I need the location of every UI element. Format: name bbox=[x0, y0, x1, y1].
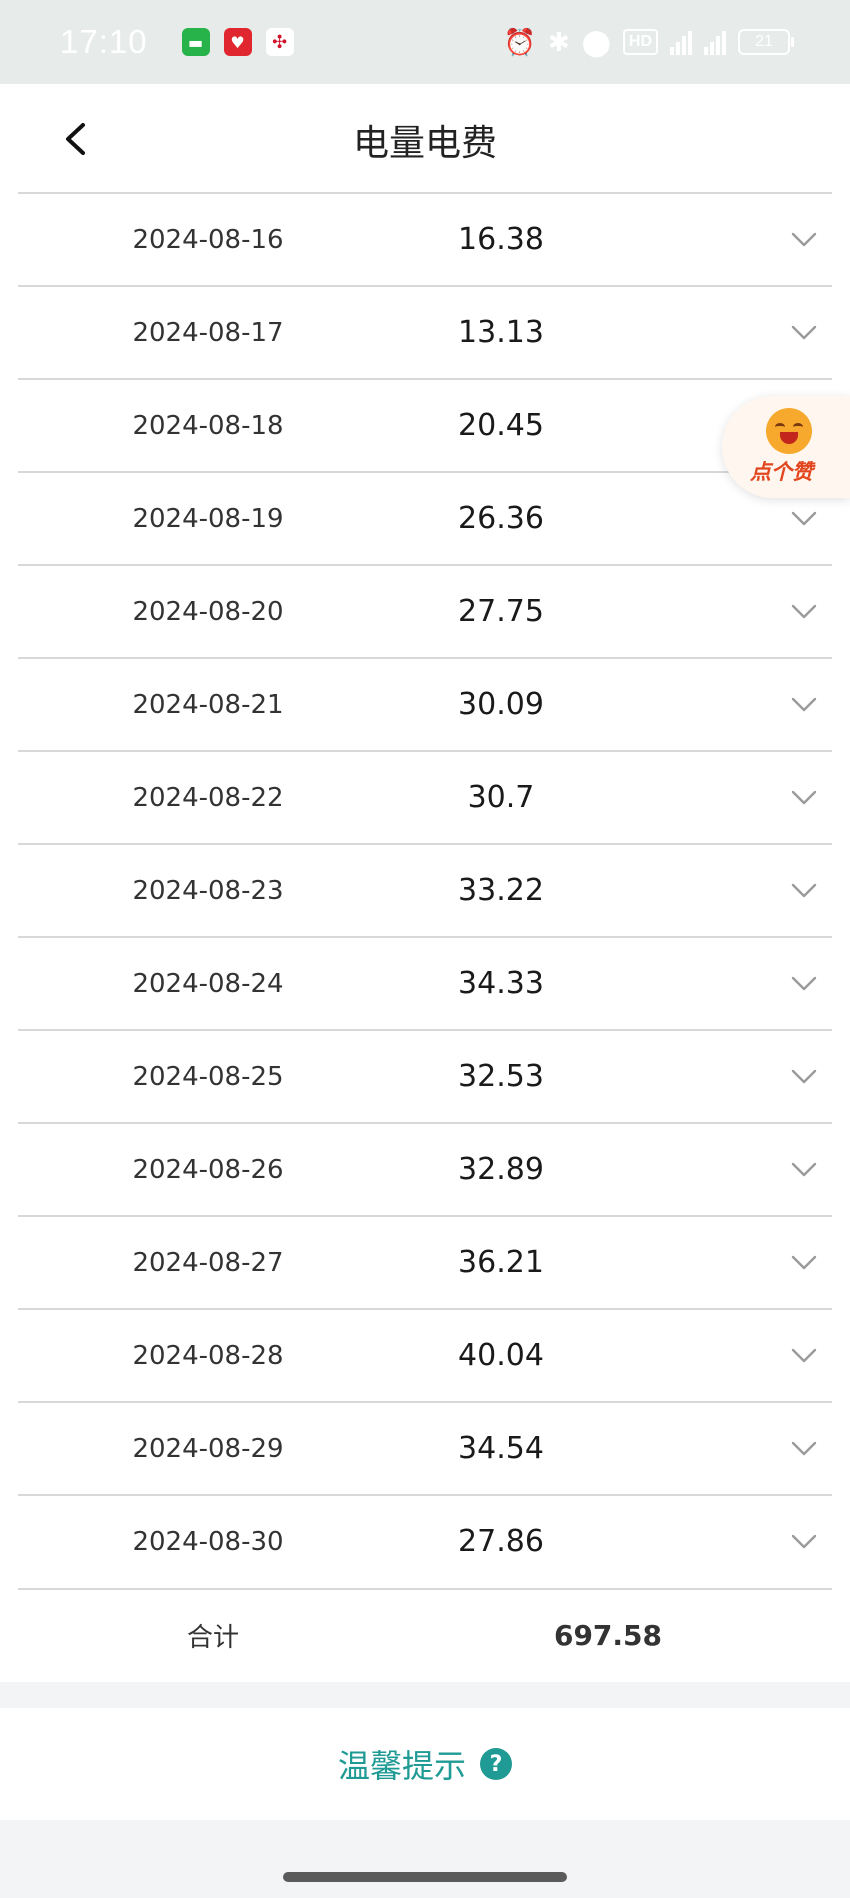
row-amount: 33.22 bbox=[408, 845, 808, 936]
row-date: 2024-08-22 bbox=[132, 782, 284, 813]
bill-row[interactable]: 2024-08-21 30.09 bbox=[18, 657, 832, 750]
chevron-down-icon[interactable] bbox=[784, 752, 824, 843]
row-amount-value: 36.21 bbox=[458, 1245, 544, 1280]
header: 电量电费 bbox=[0, 84, 850, 194]
chevron-down-icon[interactable] bbox=[784, 1403, 824, 1494]
chevron-down-icon[interactable] bbox=[784, 845, 824, 936]
row-amount: 36.21 bbox=[408, 1217, 808, 1308]
chevron-down-icon[interactable] bbox=[784, 1310, 824, 1401]
row-amount-value: 20.45 bbox=[458, 408, 544, 443]
total-value: 697.58 bbox=[553, 1619, 663, 1652]
smiley-icon bbox=[766, 408, 812, 454]
row-date: 2024-08-24 bbox=[132, 968, 284, 999]
row-amount: 27.75 bbox=[408, 566, 808, 657]
bill-row[interactable]: 2024-08-24 34.33 bbox=[18, 936, 832, 1029]
bill-row[interactable]: 2024-08-30 27.86 bbox=[18, 1494, 832, 1587]
alarm-icon: ⏰ bbox=[503, 27, 536, 57]
bill-row[interactable]: 2024-08-23 33.22 bbox=[18, 843, 832, 936]
bluetooth-icon: ✱ bbox=[547, 27, 570, 57]
row-amount: 34.54 bbox=[408, 1403, 808, 1494]
message-app-icon: ▬ bbox=[181, 28, 210, 56]
row-amount-value: 26.36 bbox=[458, 501, 544, 536]
battery-icon: 21 bbox=[738, 29, 794, 55]
row-amount: 32.89 bbox=[408, 1124, 808, 1215]
bill-row[interactable]: 2024-08-18 20.45 bbox=[18, 378, 832, 471]
home-indicator[interactable] bbox=[283, 1872, 567, 1882]
bill-row[interactable]: 2024-08-22 30.7 bbox=[18, 750, 832, 843]
chevron-down-icon[interactable] bbox=[784, 938, 824, 1029]
row-amount: 16.38 bbox=[408, 194, 808, 285]
bill-row[interactable]: 2024-08-28 40.04 bbox=[18, 1308, 832, 1401]
total-label: 合计 bbox=[186, 1623, 239, 1653]
chevron-down-icon[interactable] bbox=[784, 1031, 824, 1122]
battery-level: 21 bbox=[755, 33, 773, 50]
row-date: 2024-08-19 bbox=[132, 503, 284, 534]
row-amount-value: 30.7 bbox=[467, 780, 535, 815]
help-icon[interactable]: ? bbox=[480, 1748, 512, 1780]
status-right: ⏰ ✱ ⬤ HD 21 bbox=[503, 27, 794, 57]
chevron-down-icon[interactable] bbox=[784, 1124, 824, 1215]
row-amount-value: 27.75 bbox=[458, 594, 544, 629]
row-date: 2024-08-28 bbox=[132, 1340, 284, 1371]
bill-row[interactable]: 2024-08-20 27.75 bbox=[18, 564, 832, 657]
row-date: 2024-08-18 bbox=[132, 410, 284, 441]
status-time: 17:10 bbox=[60, 23, 148, 60]
bill-row[interactable]: 2024-08-19 26.36 bbox=[18, 471, 832, 564]
row-amount-value: 40.04 bbox=[458, 1338, 544, 1373]
status-bar: 17:10 ▬ ♥ ✣ ⏰ ✱ ⬤ HD 21 bbox=[0, 0, 850, 84]
row-date: 2024-08-21 bbox=[132, 689, 284, 720]
row-date: 2024-08-26 bbox=[132, 1154, 284, 1185]
total-row: 合计 697.58 bbox=[18, 1588, 832, 1681]
row-amount-value: 27.86 bbox=[458, 1524, 544, 1559]
row-amount: 27.86 bbox=[408, 1496, 808, 1587]
like-button[interactable]: 点个赞 bbox=[722, 396, 850, 498]
row-date: 2024-08-23 bbox=[132, 875, 284, 906]
signal-icon-2 bbox=[704, 29, 726, 55]
row-amount: 34.33 bbox=[408, 938, 808, 1029]
row-amount-value: 34.33 bbox=[458, 966, 544, 1001]
row-amount-value: 33.22 bbox=[458, 873, 544, 908]
bill-list: 合计 697.58 2024-08-16 16.38 2024-08-17 13.13… bbox=[0, 192, 850, 1682]
unicom-app-icon: ✣ bbox=[265, 28, 294, 56]
bill-row[interactable]: 2024-08-26 32.89 bbox=[18, 1122, 832, 1215]
bill-row[interactable]: 2024-08-16 16.38 bbox=[18, 192, 832, 285]
row-amount: 40.04 bbox=[408, 1310, 808, 1401]
row-date: 2024-08-17 bbox=[132, 317, 284, 348]
row-date: 2024-08-25 bbox=[132, 1061, 284, 1092]
chevron-down-icon[interactable] bbox=[784, 566, 824, 657]
bill-row[interactable]: 2024-08-17 13.13 bbox=[18, 285, 832, 378]
row-date: 2024-08-16 bbox=[132, 224, 284, 255]
bill-row[interactable]: 2024-08-25 32.53 bbox=[18, 1029, 832, 1122]
chevron-down-icon[interactable] bbox=[784, 1217, 824, 1308]
row-date: 2024-08-20 bbox=[132, 596, 284, 627]
row-amount: 30.7 bbox=[408, 752, 808, 843]
chevron-down-icon[interactable] bbox=[784, 1496, 824, 1587]
chevron-down-icon[interactable] bbox=[784, 287, 824, 378]
signal-icon bbox=[670, 29, 692, 55]
location-icon: ⬤ bbox=[581, 27, 611, 57]
chevron-down-icon[interactable] bbox=[784, 659, 824, 750]
row-amount-value: 34.54 bbox=[458, 1431, 544, 1466]
row-date: 2024-08-27 bbox=[132, 1247, 284, 1278]
heart-app-icon: ♥ bbox=[223, 28, 252, 56]
row-date: 2024-08-30 bbox=[132, 1526, 284, 1557]
like-label: 点个赞 bbox=[750, 460, 813, 484]
row-amount-value: 32.89 bbox=[458, 1152, 544, 1187]
row-date: 2024-08-29 bbox=[132, 1433, 284, 1464]
row-amount: 32.53 bbox=[408, 1031, 808, 1122]
tips-label: 温馨提示 bbox=[337, 1747, 466, 1785]
row-amount-value: 32.53 bbox=[458, 1059, 544, 1094]
chevron-down-icon[interactable] bbox=[784, 194, 824, 285]
row-amount: 30.09 bbox=[408, 659, 808, 750]
row-amount-value: 13.13 bbox=[458, 315, 544, 350]
page-title: 电量电费 bbox=[352, 123, 497, 164]
row-amount-value: 16.38 bbox=[458, 222, 544, 257]
row-amount-value: 30.09 bbox=[458, 687, 544, 722]
tips-section[interactable]: 温馨提示 ? bbox=[0, 1708, 850, 1820]
bill-row[interactable]: 2024-08-29 34.54 bbox=[18, 1401, 832, 1494]
hd-badge: HD bbox=[622, 29, 658, 55]
bill-row[interactable]: 2024-08-27 36.21 bbox=[18, 1215, 832, 1308]
row-amount: 13.13 bbox=[408, 287, 808, 378]
